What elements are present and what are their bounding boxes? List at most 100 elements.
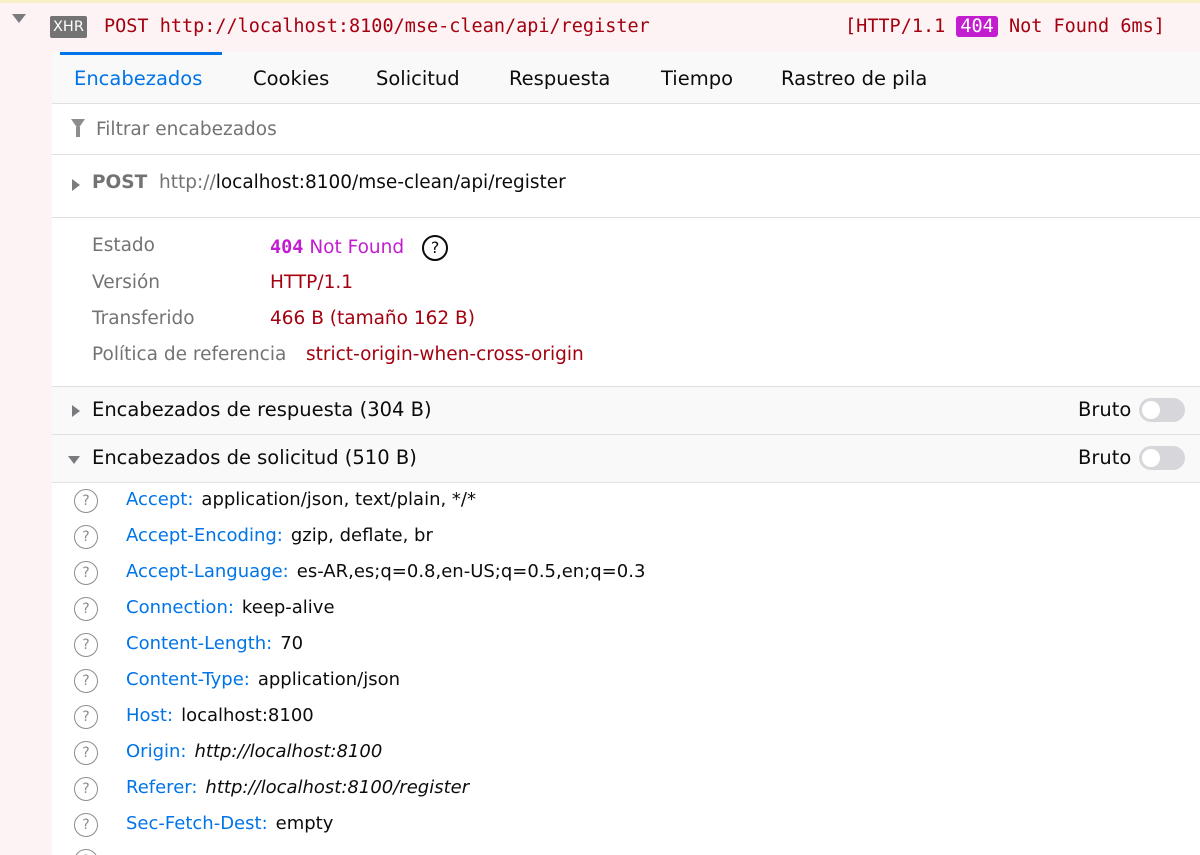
help-icon[interactable]: ? bbox=[74, 525, 98, 549]
request-method: POST bbox=[92, 172, 148, 193]
politica-value: strict-origin-when-cross-origin bbox=[306, 344, 584, 365]
header-value: empty bbox=[275, 813, 334, 834]
header-entry: Content-Type: application/json bbox=[126, 669, 400, 690]
tab-cookies[interactable]: Cookies bbox=[253, 52, 329, 103]
header-name: Host: bbox=[126, 705, 174, 726]
request-status: [HTTP/1.1 404 Not Found 6ms] bbox=[845, 14, 1165, 40]
tab-timings[interactable]: Tiempo bbox=[661, 52, 733, 103]
header-row[interactable]: ? Connection: keep-alive bbox=[52, 591, 1200, 627]
help-icon[interactable]: ? bbox=[74, 633, 98, 657]
header-value: keep-alive bbox=[241, 597, 335, 618]
help-icon[interactable]: ? bbox=[74, 669, 98, 693]
header-value: localhost:8100 bbox=[181, 705, 314, 726]
request-url-row[interactable]: POST http://localhost:8100/mse-clean/api… bbox=[52, 155, 1200, 218]
request-details-panel: Encabezados Cookies Solicitud Respuesta … bbox=[52, 52, 1200, 855]
header-entry: Accept: application/json, text/plain, */* bbox=[126, 489, 476, 510]
header-value: es-AR,es;q=0.8,en-US;q=0.5,en;q=0.3 bbox=[296, 561, 646, 582]
header-value: http://localhost:8100/register bbox=[205, 777, 470, 798]
estado-value: 404 Not Found? bbox=[270, 235, 449, 261]
estado-label: Estado bbox=[92, 235, 155, 256]
version-value: HTTP/1.1 bbox=[270, 272, 353, 293]
help-icon[interactable]: ? bbox=[422, 235, 449, 261]
header-row[interactable]: ? Origin: http://localhost:8100 bbox=[52, 735, 1200, 771]
header-value: http://localhost:8100 bbox=[194, 741, 383, 762]
help-icon[interactable]: ? bbox=[74, 705, 98, 729]
estado-text: Not Found bbox=[309, 237, 405, 258]
header-value: 70 bbox=[280, 633, 304, 654]
estado-row: Estado 404 Not Found? bbox=[92, 235, 449, 261]
header-entry: Referer: http://localhost:8100/register bbox=[126, 777, 469, 798]
help-icon[interactable]: ? bbox=[74, 777, 98, 801]
header-row[interactable]: ? Accept-Language: es-AR,es;q=0.8,en-US;q=… bbox=[52, 555, 1200, 591]
tab-request[interactable]: Solicitud bbox=[376, 52, 460, 103]
details-tab-bar: Encabezados Cookies Solicitud Respuesta … bbox=[52, 52, 1200, 104]
version-label: Versión bbox=[92, 272, 161, 293]
politica-row: Política de referencia strict-origin-whe… bbox=[92, 344, 584, 365]
header-name: Accept-Language: bbox=[126, 561, 289, 582]
request-headers-title: Encabezados de solicitud (510 B) bbox=[92, 446, 417, 469]
header-row[interactable]: ? bbox=[52, 843, 1200, 855]
help-icon[interactable]: ? bbox=[74, 741, 98, 765]
estado-code: 404 bbox=[270, 237, 304, 258]
request-url: POST http://localhost:8100/mse-clean/api… bbox=[92, 172, 566, 193]
header-name: Content-Type: bbox=[126, 669, 250, 690]
raw-toggle[interactable] bbox=[1139, 446, 1185, 470]
help-icon[interactable]: ? bbox=[74, 489, 98, 513]
header-entry: Host: localhost:8100 bbox=[126, 705, 314, 726]
response-headers-section[interactable]: Encabezados de respuesta (304 B) Bruto bbox=[52, 387, 1200, 435]
header-name: Sec-Fetch-Dest: bbox=[126, 813, 268, 834]
header-name: Origin: bbox=[126, 741, 187, 762]
xhr-badge: XHR bbox=[50, 16, 87, 38]
url-path: localhost:8100/mse-clean/api/register bbox=[215, 172, 566, 193]
header-row[interactable]: ? Content-Length: 70 bbox=[52, 627, 1200, 663]
transferido-value: 466 B (tamaño 162 B) bbox=[270, 308, 475, 329]
transferido-row: Transferido 466 B (tamaño 162 B) bbox=[92, 308, 475, 329]
collapse-arrow-icon[interactable] bbox=[68, 456, 80, 464]
header-name: Content-Length: bbox=[126, 633, 273, 654]
filter-bar bbox=[52, 104, 1200, 155]
header-entry: Sec-Fetch-Dest: empty bbox=[126, 813, 333, 834]
top-edge bbox=[0, 0, 1200, 3]
header-value: gzip, deflate, br bbox=[290, 525, 433, 546]
request-row[interactable]: XHR POST http://localhost:8100/mse-clean… bbox=[0, 10, 1200, 44]
header-value: application/json bbox=[257, 669, 400, 690]
raw-label: Bruto bbox=[1078, 398, 1132, 421]
filter-icon bbox=[71, 119, 85, 137]
header-name: Connection: bbox=[126, 597, 234, 618]
header-row[interactable]: ? Content-Type: application/json bbox=[52, 663, 1200, 699]
status-code-badge: 404 bbox=[956, 16, 998, 37]
header-row[interactable]: ? Host: localhost:8100 bbox=[52, 699, 1200, 735]
version-row: Versión HTTP/1.1 bbox=[92, 272, 353, 293]
help-icon[interactable]: ? bbox=[74, 849, 98, 855]
help-icon[interactable]: ? bbox=[74, 561, 98, 585]
header-name: Accept-Encoding: bbox=[126, 525, 283, 546]
header-name: Referer: bbox=[126, 777, 198, 798]
raw-label: Bruto bbox=[1078, 446, 1132, 469]
header-entry: Accept-Language: es-AR,es;q=0.8,en-US;q=0… bbox=[126, 561, 645, 582]
request-summary: POST http://localhost:8100/mse-clean/api… bbox=[104, 16, 650, 37]
header-value: application/json, text/plain, */* bbox=[201, 489, 476, 510]
expand-arrow-icon[interactable] bbox=[72, 405, 80, 417]
expand-arrow-icon[interactable] bbox=[72, 179, 80, 191]
tab-response[interactable]: Respuesta bbox=[509, 52, 610, 103]
header-name: Accept: bbox=[126, 489, 194, 510]
filter-headers-input[interactable] bbox=[96, 116, 696, 142]
help-icon[interactable]: ? bbox=[74, 813, 98, 837]
header-row[interactable]: ? Accept-Encoding: gzip, deflate, br bbox=[52, 519, 1200, 555]
request-headers-section[interactable]: Encabezados de solicitud (510 B) Bruto bbox=[52, 435, 1200, 483]
header-row[interactable]: ? Sec-Fetch-Dest: empty bbox=[52, 807, 1200, 843]
collapse-toggle-icon[interactable] bbox=[12, 14, 26, 23]
tab-headers[interactable]: Encabezados bbox=[59, 52, 223, 103]
header-entry: Connection: keep-alive bbox=[126, 597, 335, 618]
header-row[interactable]: ? Referer: http://localhost:8100/register bbox=[52, 771, 1200, 807]
header-row[interactable]: ? Accept: application/json, text/plain, */… bbox=[52, 483, 1200, 519]
request-meta: Estado 404 Not Found? Versión HTTP/1.1 T… bbox=[52, 218, 1200, 387]
url-protocol: http:// bbox=[159, 172, 216, 193]
response-headers-title: Encabezados de respuesta (304 B) bbox=[92, 398, 432, 421]
status-suffix: Not Found 6ms] bbox=[1008, 16, 1165, 37]
header-entry: Content-Length: 70 bbox=[126, 633, 303, 654]
help-icon[interactable]: ? bbox=[74, 597, 98, 621]
transferido-label: Transferido bbox=[92, 308, 195, 329]
raw-toggle[interactable] bbox=[1139, 398, 1185, 422]
tab-stack-trace[interactable]: Rastreo de pila bbox=[781, 52, 927, 103]
